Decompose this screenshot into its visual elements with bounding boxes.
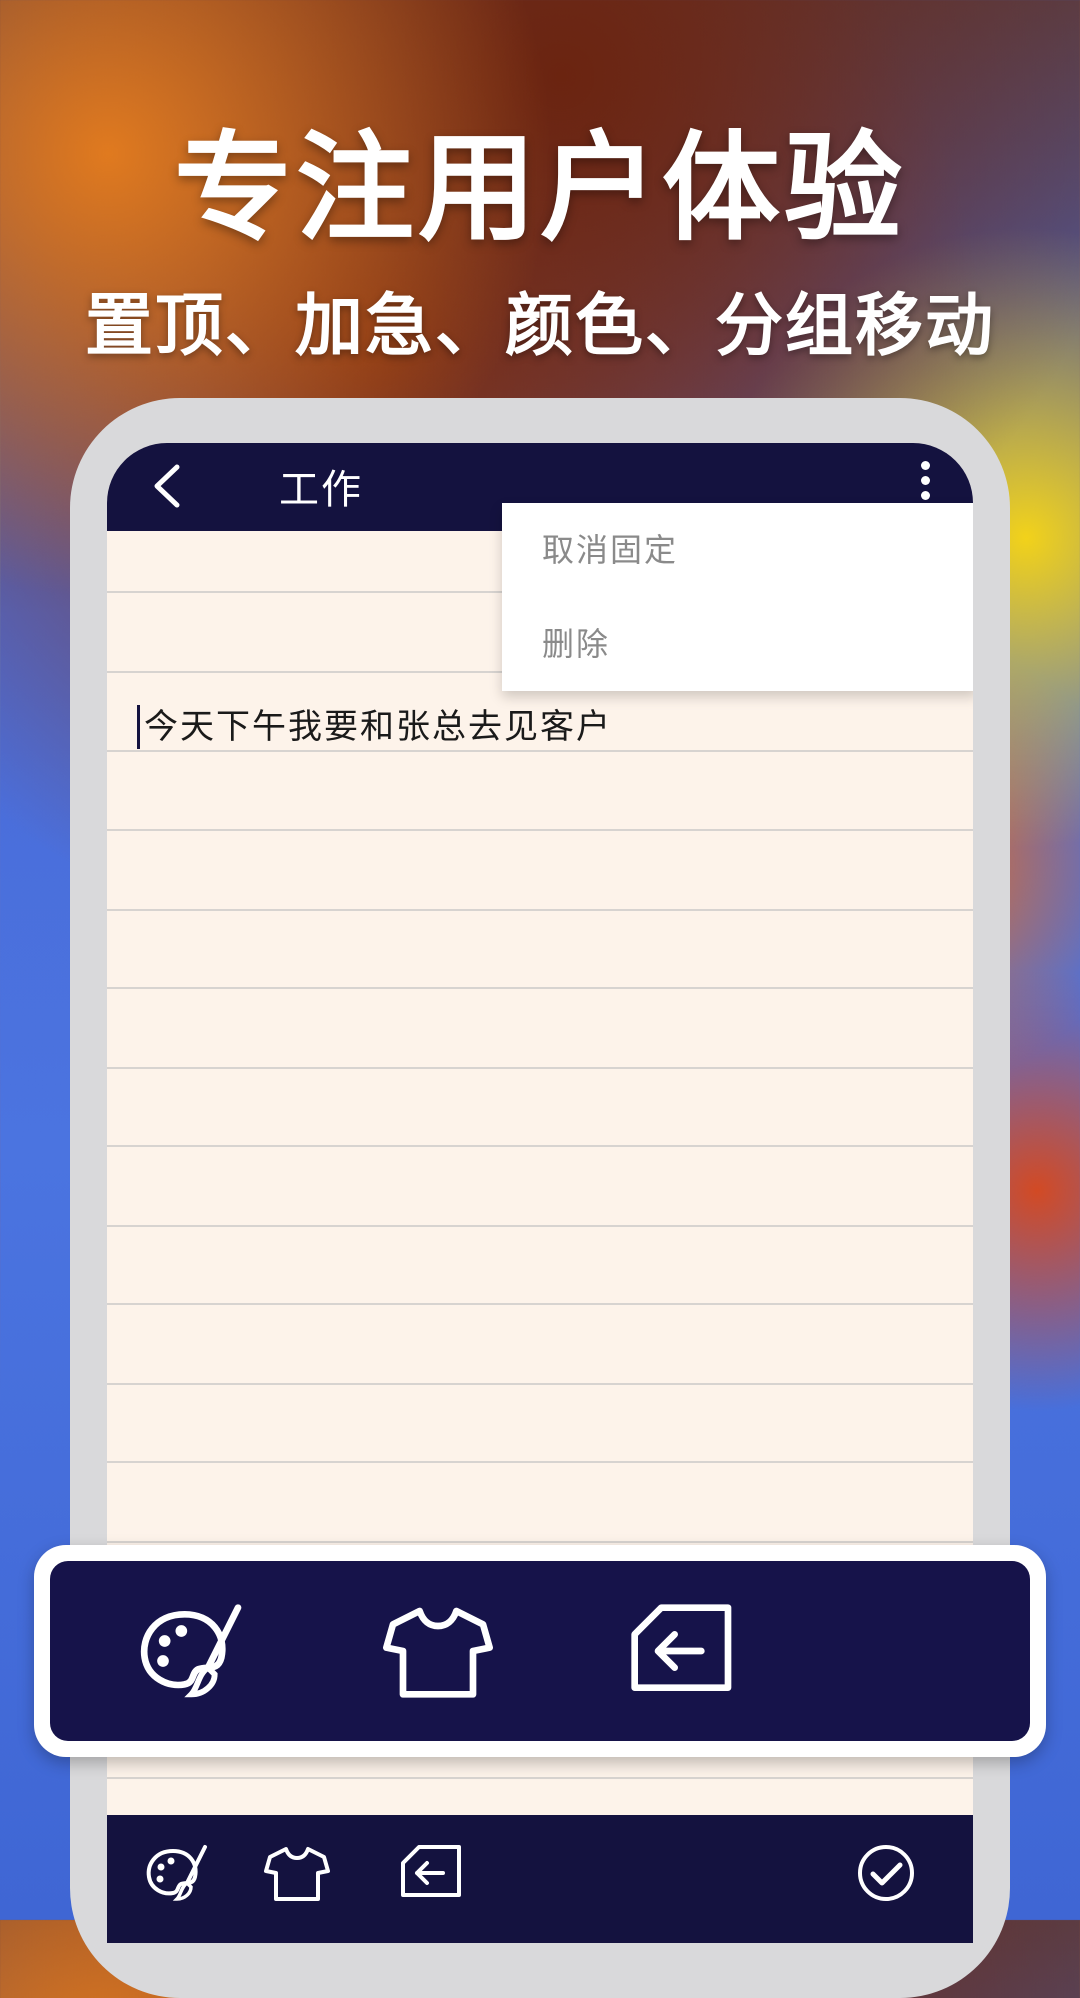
rule-line bbox=[107, 1303, 973, 1305]
move-group-icon[interactable] bbox=[620, 1601, 746, 1701]
rule-line bbox=[107, 1383, 973, 1385]
promo-headline: 专注用户体验 bbox=[173, 119, 906, 257]
toolbar-callout bbox=[34, 1545, 1046, 1757]
shirt-icon[interactable] bbox=[375, 1601, 501, 1701]
rule-line bbox=[107, 750, 973, 752]
move-group-icon[interactable] bbox=[397, 1843, 467, 1903]
bottom-toolbar bbox=[107, 1815, 973, 1943]
chevron-left-icon[interactable] bbox=[147, 461, 187, 511]
menu-item-unpin[interactable]: 取消固定 bbox=[542, 525, 678, 571]
confirm-check-icon[interactable] bbox=[851, 1843, 921, 1903]
palette-icon[interactable] bbox=[143, 1843, 213, 1903]
page-title: 工作 bbox=[279, 467, 363, 513]
rule-line bbox=[107, 1461, 973, 1463]
rule-line bbox=[107, 987, 973, 989]
rule-line bbox=[107, 1067, 973, 1069]
rule-line bbox=[107, 909, 973, 911]
rule-line bbox=[107, 1777, 973, 1779]
rule-line bbox=[107, 829, 973, 831]
menu-item-delete[interactable]: 删除 bbox=[542, 619, 610, 665]
rule-line bbox=[107, 1225, 973, 1227]
rule-line bbox=[107, 1541, 973, 1543]
note-text-input[interactable]: 今天下午我要和张总去见客户 bbox=[137, 705, 612, 749]
toolbar-callout-inner bbox=[50, 1561, 1030, 1741]
shirt-icon[interactable] bbox=[262, 1843, 332, 1903]
rule-line bbox=[107, 1145, 973, 1147]
palette-icon[interactable] bbox=[130, 1601, 256, 1701]
overflow-menu: 取消固定 删除 bbox=[502, 503, 973, 691]
promo-subheadline: 置顶、加急、颜色、分组移动 bbox=[84, 287, 995, 366]
